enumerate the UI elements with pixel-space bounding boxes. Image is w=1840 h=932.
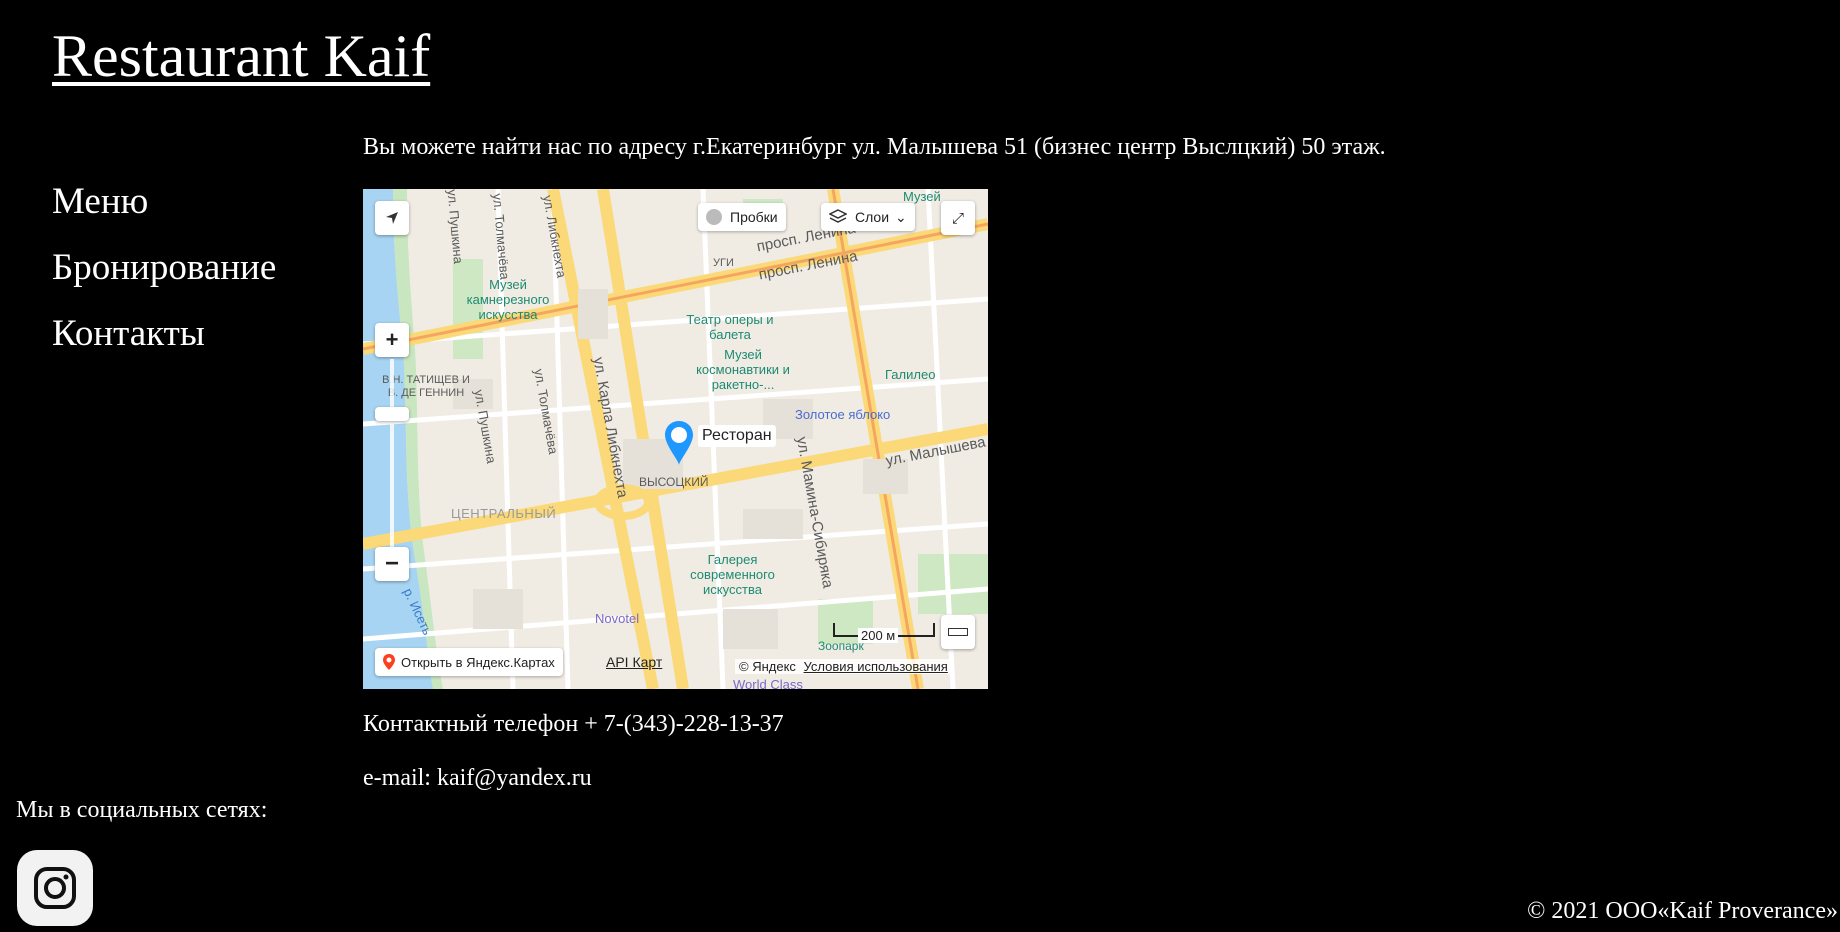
contact-email: e-mail: kaif@yandex.ru — [363, 765, 592, 791]
address-text: Вы можете найти нас по адресу г.Екатерин… — [363, 134, 1386, 160]
poi-galileo[interactable]: Галилео — [885, 367, 935, 382]
poi-zoo[interactable]: Зоопарк — [818, 639, 864, 654]
geolocation-button[interactable] — [375, 201, 409, 235]
nav-contacts-link[interactable]: Контакты — [52, 312, 276, 356]
zoom-out-button[interactable]: − — [375, 547, 409, 581]
main-nav: Меню Бронирование Контакты — [52, 180, 276, 378]
yandex-copyright: © Яндекс — [739, 659, 796, 674]
contact-phone: Контактный телефон + 7-(343)-228-13-37 — [363, 711, 784, 737]
layers-icon — [829, 209, 847, 223]
pin-label[interactable]: Ресторан — [698, 425, 776, 447]
fullscreen-button[interactable]: ⤢ — [941, 201, 975, 235]
nav-booking-link[interactable]: Бронирование — [52, 246, 276, 290]
layers-label: Слои — [855, 209, 890, 225]
zoom-slider[interactable] — [390, 359, 394, 549]
zoom-in-button[interactable]: + — [375, 323, 409, 357]
traffic-label: Пробки — [730, 209, 778, 225]
poi-gallery[interactable]: Галерея современного искусства — [685, 552, 780, 597]
ruler-icon — [948, 628, 968, 636]
map-copyright: © Яндекс Условия использования — [735, 659, 952, 674]
terms-link[interactable]: Условия использования — [804, 659, 948, 674]
yandex-map[interactable]: просп. Ленина просп. Ленина ул. Малышева… — [363, 189, 988, 689]
social-label: Мы в социальных сетях: — [16, 797, 268, 823]
traffic-button[interactable]: Пробки — [698, 203, 786, 231]
location-arrow-icon — [386, 212, 398, 224]
expand-icon: ⤢ — [951, 209, 964, 227]
nav-menu-link[interactable]: Меню — [52, 180, 276, 224]
api-link[interactable]: API Карт — [606, 654, 662, 670]
site-title[interactable]: Restaurant Kaif — [52, 20, 430, 92]
zoom-slider-handle[interactable] — [375, 407, 409, 421]
poi-zolotoe[interactable]: Золотое яблоко — [795, 407, 890, 422]
instagram-icon — [34, 867, 76, 909]
poi-museum-space[interactable]: Музей космонавтики и ракетно-... — [688, 347, 798, 392]
poi-museum-stone[interactable]: Музей камнерезного искусства — [463, 277, 553, 322]
instagram-button[interactable] — [17, 850, 93, 926]
plus-icon: + — [385, 327, 399, 352]
chevron-down-icon: ⌄ — [895, 208, 907, 225]
poi-theatre[interactable]: Театр оперы и балета — [685, 312, 775, 342]
scale-label: 200 м — [858, 628, 899, 643]
layers-button[interactable]: Слои ⌄ — [821, 203, 915, 231]
open-in-yandex-button[interactable]: Открыть в Яндекс.Картах — [375, 648, 563, 676]
footer-copyright: © 2021 ООО«Kaif Proverance» — [1527, 898, 1838, 924]
poi-museum-top[interactable]: Музей — [903, 189, 941, 204]
restaurant-pin[interactable] — [663, 419, 695, 472]
open-in-yandex-label: Открыть в Яндекс.Картах — [401, 654, 555, 670]
minus-icon: − — [384, 550, 399, 577]
ruler-button[interactable] — [941, 615, 975, 649]
map-pin-icon — [665, 421, 693, 465]
map-marker-icon — [383, 654, 395, 670]
poi-novotel[interactable]: Novotel — [595, 611, 639, 626]
traffic-icon — [706, 209, 722, 225]
